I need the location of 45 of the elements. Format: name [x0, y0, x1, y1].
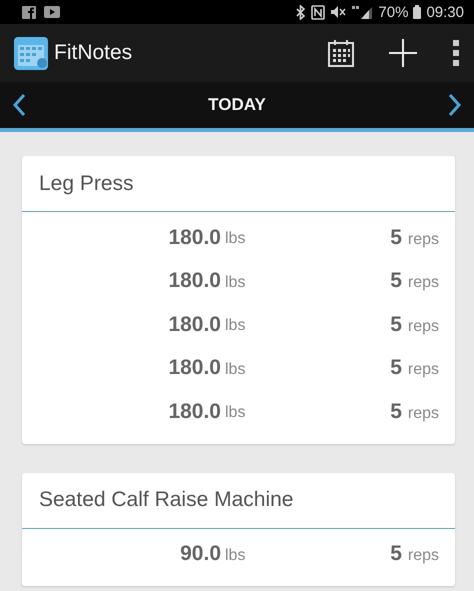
reps-unit: reps	[408, 404, 439, 423]
signal-icon	[351, 5, 374, 19]
battery-icon	[413, 5, 422, 19]
exercise-name: Leg Press	[39, 172, 134, 196]
reps-value: 5	[390, 356, 402, 380]
calendar-icon[interactable]	[328, 39, 354, 67]
nfc-icon	[311, 4, 326, 20]
reps-value: 5	[390, 226, 402, 250]
reps-unit: reps	[408, 361, 439, 380]
weight-unit: lbs	[224, 360, 246, 379]
weight-value: 90.0	[180, 542, 221, 566]
reps-value: 5	[390, 400, 402, 424]
reps-unit: reps	[408, 230, 439, 249]
app-title: FitNotes	[54, 41, 134, 65]
calendar-logo-icon	[14, 36, 48, 70]
facebook-icon	[22, 6, 36, 18]
reps-unit: reps	[408, 274, 439, 292]
weight-unit: lbs	[224, 272, 246, 292]
reps-value: 5	[390, 269, 402, 294]
reps-unit: reps	[408, 318, 439, 336]
exercise-name: Seated Calf Raise Machine	[39, 488, 294, 512]
reps-value: 5	[390, 542, 402, 566]
weight-unit: lbs	[224, 546, 246, 565]
bluetooth-icon	[296, 4, 306, 20]
next-day-icon[interactable]	[448, 93, 462, 117]
exercise-card[interactable]: Leg Press 180.0 lbs 5 reps 180.0 lbs 5 reps 180.0 lbs 5 reps 180.0 lbs 5 reps 180.0 lbs 5 reps	[22, 156, 455, 444]
date-label: TODAY	[208, 95, 266, 115]
reps-value: 5	[390, 312, 402, 337]
weight-unit: lbs	[224, 403, 246, 422]
clock: 09:30	[426, 4, 464, 20]
weight-value: 180.0	[168, 226, 221, 250]
exercise-card[interactable]: Seated Calf Raise Machine 90.0 lbs 5 reps	[22, 472, 455, 586]
weight-unit: lbs	[224, 229, 246, 248]
weight-value: 180.0	[168, 400, 221, 424]
video-icon	[44, 6, 60, 18]
previous-day-icon[interactable]	[12, 93, 26, 117]
overflow-menu-icon[interactable]	[452, 40, 460, 66]
weight-value: 180.0	[168, 312, 221, 337]
weight-unit: lbs	[224, 316, 246, 336]
battery-percent: 70%	[378, 4, 408, 20]
mute-icon	[330, 5, 346, 19]
weight-value: 180.0	[168, 356, 221, 380]
add-icon[interactable]	[388, 38, 418, 68]
reps-unit: reps	[408, 547, 439, 566]
weight-value: 180.0	[168, 269, 221, 294]
